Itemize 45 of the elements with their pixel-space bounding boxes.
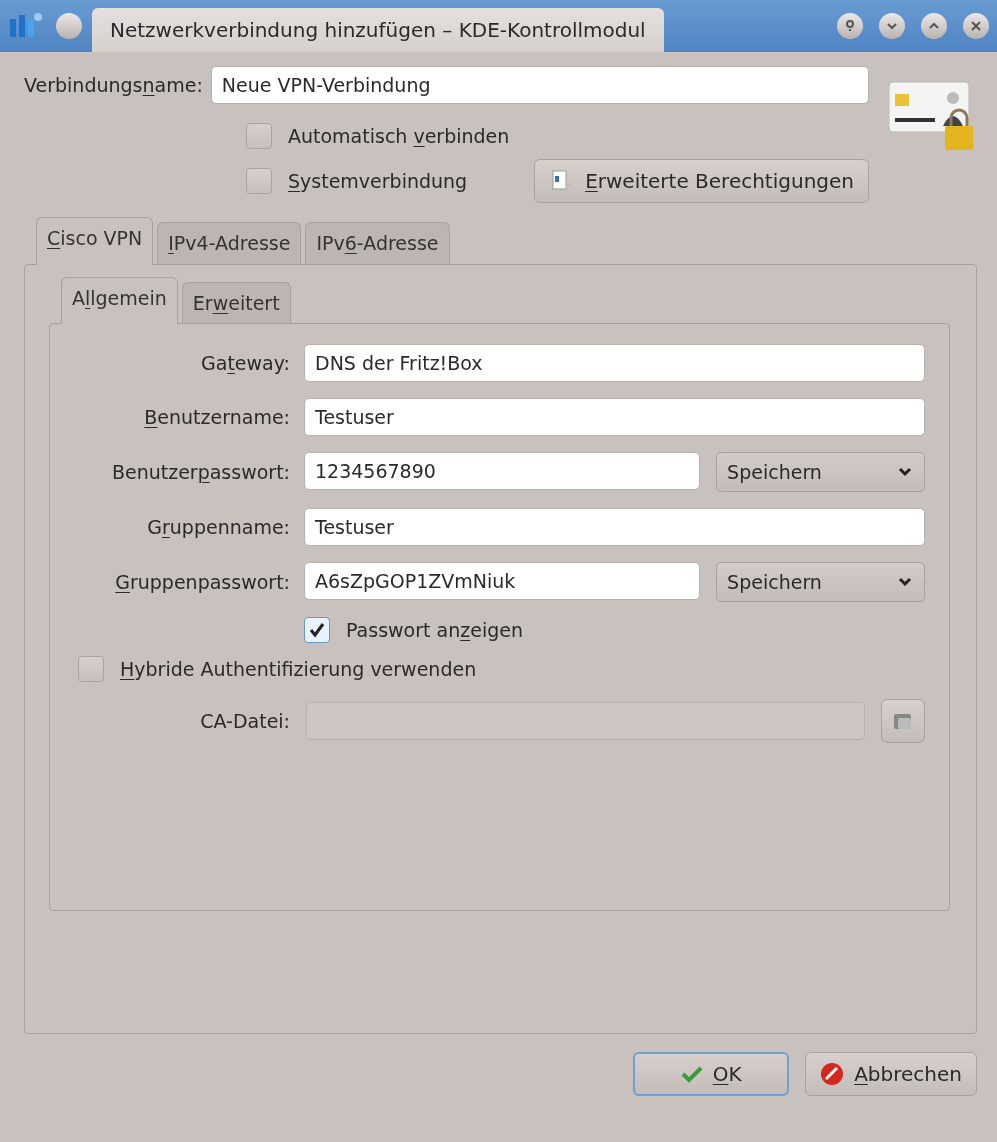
- checkbox-label: Systemverbindung: [288, 168, 468, 194]
- field-label: Benutzerpasswort:: [110, 459, 290, 485]
- help-button[interactable]: [837, 13, 863, 39]
- text-field[interactable]: DNS der Fritz!Box: [304, 344, 925, 382]
- tab[interactable]: Erweitert: [181, 281, 291, 323]
- minimize-button[interactable]: [879, 13, 905, 39]
- field-label: Gruppenpasswort:: [114, 569, 290, 595]
- permissions-button[interactable]: Erweiterte Berechtigungen: [534, 159, 869, 203]
- tab[interactable]: IPv6-Adresse: [305, 222, 450, 264]
- text-field[interactable]: A6sZpGOP1ZVmNiuk: [304, 562, 701, 600]
- tab[interactable]: IPv4-Adresse: [157, 222, 302, 264]
- field-label: Gateway:: [200, 350, 290, 376]
- checkbox[interactable]: [78, 655, 104, 682]
- checkbox-label: Hybride Authentifizierung verwenden: [120, 656, 477, 682]
- tab[interactable]: Allgemein: [61, 276, 178, 324]
- caret-icon: [898, 577, 912, 587]
- tab[interactable]: Cisco VPN: [36, 217, 154, 265]
- checkbox-label: Passwort anzeigen: [346, 618, 523, 643]
- pin-button[interactable]: [56, 13, 82, 39]
- checkbox[interactable]: [246, 167, 272, 194]
- field-label: CA-Datei:: [199, 708, 290, 734]
- caret-icon: [898, 467, 912, 477]
- checkbox-label: Automatisch verbinden: [288, 124, 510, 149]
- store-dropdown[interactable]: Speichern: [716, 452, 925, 492]
- text-field[interactable]: Testuser: [304, 508, 925, 546]
- cancel-icon: [820, 1061, 845, 1086]
- cancel-button[interactable]: Abbrechen: [805, 1051, 977, 1096]
- text-field[interactable]: 1234567890: [304, 452, 701, 490]
- text-field[interactable]: Testuser: [304, 398, 925, 436]
- checkbox[interactable]: [304, 617, 330, 644]
- field-label: Verbindungsname:: [24, 72, 203, 98]
- ok-button[interactable]: OK: [633, 1051, 790, 1096]
- checkmark-icon: [309, 622, 325, 639]
- help-icon: [843, 19, 857, 33]
- close-icon: [969, 19, 983, 33]
- checkmark-icon: [680, 1064, 703, 1083]
- open-folder-button[interactable]: [881, 699, 925, 743]
- window-title: Netzwerkverbindung hinzufügen – KDE-Kontrollmodul: [92, 8, 664, 52]
- close-button[interactable]: [963, 13, 989, 39]
- field-label: Gruppenname:: [146, 514, 290, 540]
- checkbox[interactable]: [246, 123, 272, 150]
- text-field[interactable]: Neue VPN-Verbindung: [210, 66, 869, 104]
- maximize-button[interactable]: [921, 13, 947, 39]
- field-label: Benutzername:: [143, 404, 290, 430]
- store-dropdown[interactable]: Speichern: [716, 562, 925, 602]
